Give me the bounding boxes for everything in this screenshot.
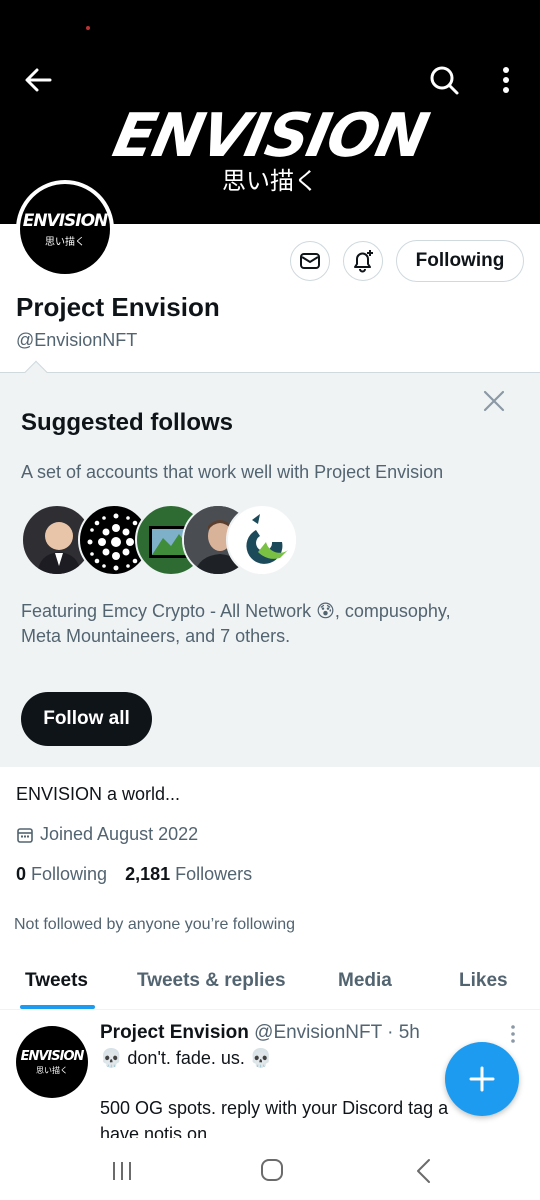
recent-apps-icon[interactable] bbox=[110, 1160, 134, 1182]
suggested-follows-panel: Suggested follows A set of accounts that… bbox=[0, 360, 540, 767]
featuring-line-1: Featuring Emcy Crypto - All Network 😰, c… bbox=[21, 601, 451, 621]
suggested-avatar-5 bbox=[226, 504, 298, 576]
suggested-title: Suggested follows bbox=[21, 409, 234, 436]
following-button[interactable]: Following bbox=[396, 240, 524, 282]
profile-joined: Joined August 2022 bbox=[16, 824, 198, 845]
tab-tweets-replies[interactable]: Tweets & replies bbox=[137, 970, 286, 992]
search-icon[interactable] bbox=[426, 62, 462, 98]
close-icon[interactable] bbox=[480, 387, 508, 415]
banner-logo-subtext: 思い描く bbox=[222, 168, 318, 195]
bell-plus-icon bbox=[354, 250, 373, 273]
profile-tabs: Tweets Tweets & replies Media Likes bbox=[0, 958, 540, 1010]
avatar-logo-text: ENVISION bbox=[22, 210, 109, 231]
suggested-featuring-text: Featuring Emcy Crypto - All Network 😰, c… bbox=[21, 599, 521, 649]
panel-notch bbox=[24, 360, 48, 384]
tweet-text-line-3: have notis on bbox=[100, 1124, 208, 1138]
tweet-avatar-logo-subtext: 思い描く bbox=[36, 1065, 68, 1075]
tab-likes[interactable]: Likes bbox=[459, 970, 508, 992]
status-dot bbox=[86, 26, 90, 30]
following-stat[interactable]: 0 Following bbox=[16, 864, 107, 884]
tweet-avatar[interactable]: ENVISION 思い描く bbox=[16, 1026, 88, 1098]
plus-icon bbox=[469, 1066, 495, 1092]
back-arrow-icon[interactable] bbox=[20, 62, 56, 98]
active-tab-indicator bbox=[20, 1005, 95, 1009]
envelope-icon bbox=[300, 253, 320, 269]
system-nav-bar bbox=[0, 1140, 540, 1200]
profile-avatar[interactable]: ENVISION 思い描く bbox=[16, 180, 114, 278]
calendar-icon bbox=[17, 827, 33, 843]
followers-stat[interactable]: 2,181 Followers bbox=[125, 864, 252, 884]
message-button[interactable] bbox=[290, 241, 330, 281]
follow-all-button[interactable]: Follow all bbox=[21, 692, 152, 746]
tweet-avatar-logo-text: ENVISION bbox=[20, 1048, 85, 1064]
banner-logo: ENVISION 思い描く bbox=[100, 101, 440, 202]
followers-stat-label: Followers bbox=[175, 864, 253, 884]
featuring-line-2: Meta Mountaineers, and 7 others. bbox=[21, 626, 291, 646]
tweet-text-line-2: 500 OG spots. reply with your Discord ta… bbox=[100, 1098, 449, 1118]
notifications-button[interactable] bbox=[343, 241, 383, 281]
profile-handle: @EnvisionNFT bbox=[16, 330, 138, 350]
banner-logo-text: ENVISION bbox=[107, 101, 433, 171]
followers-count: 2,181 bbox=[125, 864, 171, 884]
following-count: 0 bbox=[16, 864, 27, 884]
more-options-icon[interactable] bbox=[492, 62, 520, 98]
tweet-more-icon[interactable] bbox=[506, 1024, 520, 1044]
tweet-handle-time: @EnvisionNFT · 5h bbox=[248, 1022, 420, 1043]
tab-tweets[interactable]: Tweets bbox=[25, 970, 88, 992]
tweet-author-name[interactable]: Project Envision bbox=[100, 1022, 249, 1043]
tweet-text-line-1: 💀 don't. fade. us. 💀 bbox=[100, 1048, 273, 1068]
joined-date: Joined August 2022 bbox=[40, 824, 199, 844]
suggested-description: A set of accounts that work well with Pr… bbox=[21, 462, 444, 482]
compose-tweet-button[interactable] bbox=[445, 1042, 519, 1116]
home-icon[interactable] bbox=[260, 1158, 284, 1182]
avatar-logo-subtext: 思い描く bbox=[45, 236, 85, 248]
not-followed-text: Not followed by anyone you’re following bbox=[14, 916, 296, 933]
tweet-header: Project Envision @EnvisionNFT · 5h bbox=[100, 1022, 420, 1044]
system-back-icon[interactable] bbox=[414, 1158, 434, 1184]
profile-name: Project Envision bbox=[16, 292, 220, 322]
tab-media[interactable]: Media bbox=[338, 970, 392, 992]
suggested-avatars bbox=[21, 504, 321, 576]
following-stat-label: Following bbox=[31, 864, 108, 884]
profile-bio: ENVISION a world... bbox=[16, 784, 181, 804]
profile-stats: 0 Following 2,181 Followers bbox=[16, 864, 252, 885]
